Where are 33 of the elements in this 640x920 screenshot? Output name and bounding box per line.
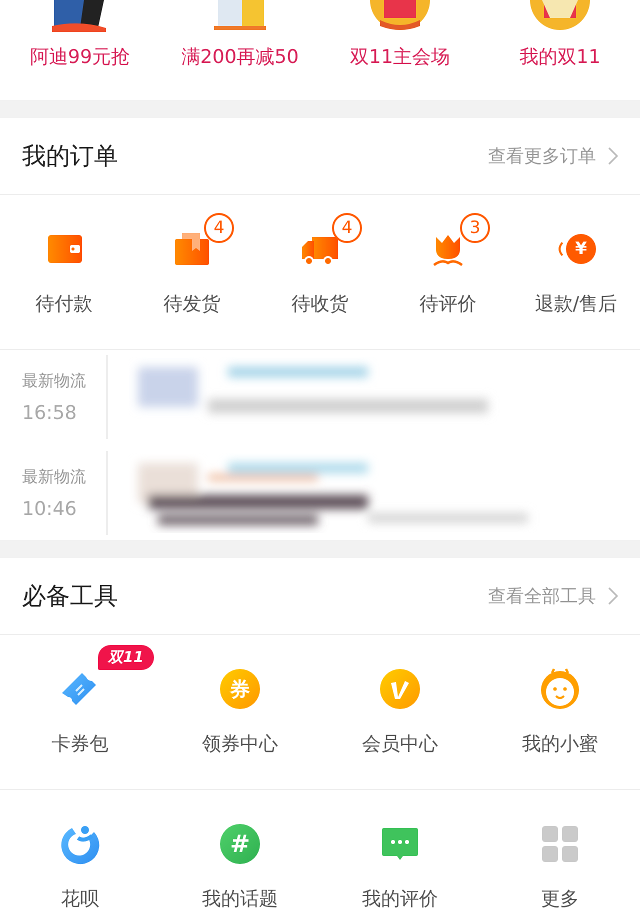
vip-icon: [378, 667, 422, 711]
order-status-item[interactable]: 3 待评价: [384, 195, 512, 349]
chevron-icon: [608, 147, 618, 165]
tool-item[interactable]: # 我的话题: [160, 790, 320, 920]
coupon-icon: 券: [220, 669, 260, 709]
order-status-item[interactable]: 4 待发货: [128, 195, 256, 349]
logistics-time: 10:46: [22, 498, 78, 520]
promo-label[interactable]: 满200再减50: [181, 44, 299, 70]
tool-item[interactable]: 会员中心: [320, 635, 480, 789]
hashtag-icon: #: [220, 824, 260, 864]
chevron-icon: [608, 587, 618, 605]
tool-item[interactable]: 双11 卡券包: [0, 635, 160, 789]
tool-item[interactable]: 更多: [480, 790, 640, 920]
count-badge: 4: [204, 213, 234, 243]
logistics-label: 最新物流: [22, 370, 87, 392]
tool-item[interactable]: 我的评价: [320, 790, 480, 920]
order-status-item[interactable]: 待付款: [0, 195, 128, 349]
section-title: 必备工具: [22, 581, 118, 612]
tool-item[interactable]: 我的小蜜: [480, 635, 640, 789]
section-title: 我的订单: [22, 141, 118, 172]
logistics-label: 最新物流: [22, 466, 87, 488]
order-status-item[interactable]: ¥ 退款/售后: [512, 195, 640, 349]
promo-label[interactable]: 阿迪99元抢: [30, 44, 130, 70]
bee-mascot-icon: [538, 667, 582, 711]
logistics-time: 16:58: [22, 402, 78, 424]
order-status-item[interactable]: 4 待收货: [256, 195, 384, 349]
count-badge: 4: [332, 213, 362, 243]
count-badge: 3: [460, 213, 490, 243]
tool-item[interactable]: 券 领券中心: [160, 635, 320, 789]
promo-tag: 双11: [98, 645, 154, 670]
promo-label[interactable]: 我的双11: [519, 44, 601, 70]
promo-label[interactable]: 双11主会场: [350, 44, 450, 70]
tool-item[interactable]: 花呗: [0, 790, 160, 920]
